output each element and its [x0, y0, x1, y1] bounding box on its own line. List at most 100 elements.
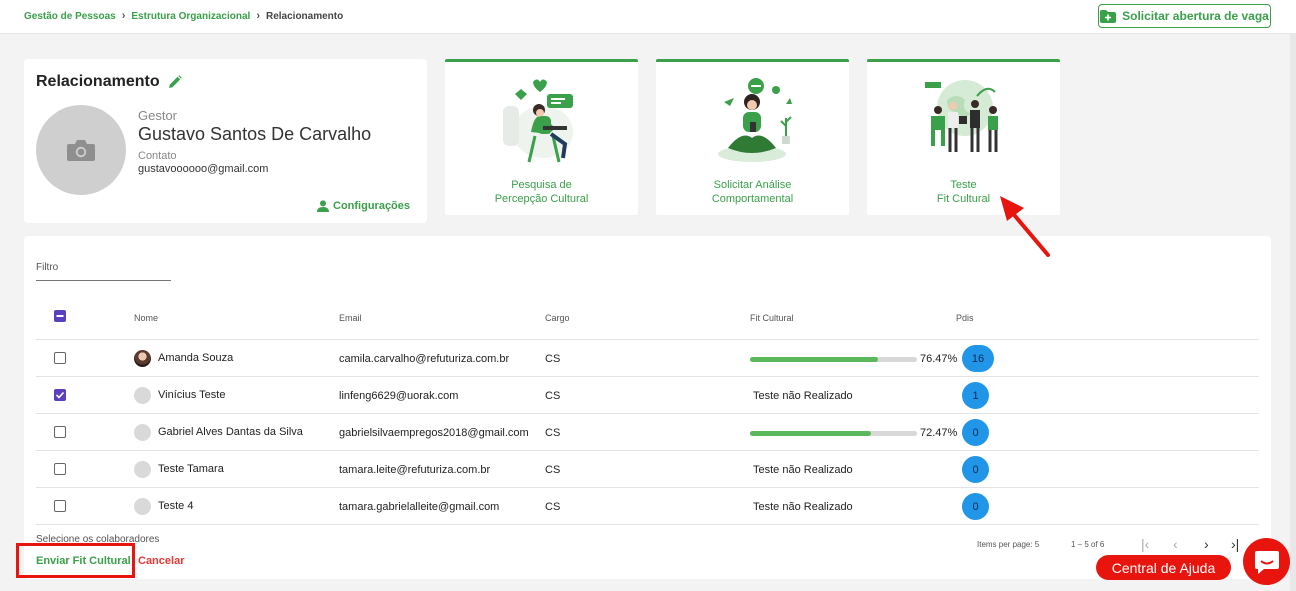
- row-name: Amanda Souza: [158, 352, 234, 364]
- breadcrumb-link-estrutura[interactable]: Estrutura Organizacional: [131, 11, 250, 22]
- row-name: Teste Tamara: [158, 463, 224, 475]
- row-checkbox[interactable]: [54, 463, 66, 475]
- items-per-page-select[interactable]: Items per page: 5: [977, 540, 1039, 549]
- pager-range: 1 – 5 of 6: [1071, 540, 1105, 549]
- filter-underline: [36, 280, 171, 281]
- feature-label: Solicitar Análise Comportamental: [656, 178, 849, 206]
- row-checkbox[interactable]: [54, 352, 66, 364]
- breadcrumb-link-gestao[interactable]: Gestão de Pessoas: [24, 11, 116, 22]
- row-name: Vinícius Teste: [158, 389, 226, 401]
- settings-label: Configurações: [333, 200, 411, 212]
- avatar: [134, 461, 151, 478]
- chat-button[interactable]: [1243, 538, 1290, 585]
- row-email: camila.carvalho@refuturiza.com.br: [339, 353, 510, 365]
- fit-status: Teste não Realizado: [753, 390, 853, 402]
- request-vacancy-label: Solicitar abertura de vaga: [1122, 9, 1269, 23]
- manager-profile-card: Relacionamento Gestor Gustavo Santos De …: [24, 59, 427, 223]
- row-checkbox[interactable]: [54, 389, 66, 401]
- next-page-icon[interactable]: ›: [1204, 536, 1209, 552]
- row-cargo: CS: [545, 390, 561, 402]
- filter-input[interactable]: Filtro: [36, 262, 58, 273]
- pdi-count-badge[interactable]: 16: [962, 345, 994, 372]
- column-header-name[interactable]: Nome: [134, 313, 158, 323]
- pdi-count-badge[interactable]: 1: [962, 382, 989, 409]
- contact-label: Contato: [138, 150, 177, 162]
- feature-label-line2: Comportamental: [711, 193, 794, 205]
- column-header-fit[interactable]: Fit Cultural: [750, 313, 794, 323]
- table-row[interactable]: Amanda Souza camila.carvalho@refuturiza.c…: [36, 340, 1259, 377]
- feature-label: Pesquisa de Percepção Cultural: [445, 178, 638, 206]
- first-page-icon[interactable]: |‹: [1141, 536, 1149, 552]
- last-page-icon[interactable]: ›|: [1231, 536, 1239, 552]
- profile-title: Relacionamento: [36, 73, 182, 91]
- chat-bubble-icon: [1254, 550, 1279, 574]
- feature-label-line2: Percepção Cultural: [494, 193, 589, 205]
- row-email: tamara.gabrielalleite@gmail.com: [339, 501, 500, 513]
- breadcrumb: Gestão de Pessoas › Estrutura Organizaci…: [24, 10, 343, 22]
- request-vacancy-button[interactable]: Solicitar abertura de vaga: [1098, 4, 1271, 28]
- row-cargo: CS: [545, 427, 561, 439]
- table-row[interactable]: Vinícius Teste linfeng6629@uorak.com CS Tes…: [36, 377, 1259, 414]
- pencil-icon[interactable]: [168, 75, 182, 89]
- pdi-count-badge[interactable]: 0: [962, 493, 989, 520]
- fit-status: Teste não Realizado: [753, 464, 853, 476]
- contact-email: gustavoooooo@gmail.com: [138, 163, 269, 175]
- table-row[interactable]: Gabriel Alves Dantas da Silva gabrielsilv…: [36, 414, 1259, 451]
- survey-illustration-icon: [503, 79, 573, 163]
- column-header-cargo[interactable]: Cargo: [545, 313, 570, 323]
- collaborators-panel: Filtro Nome Email Cargo Fit Cultural Pdi…: [24, 236, 1271, 579]
- person-icon: [317, 200, 329, 212]
- behavioral-analysis-card[interactable]: Solicitar Análise Comportamental: [656, 59, 849, 215]
- table-row[interactable]: Teste 4 tamara.gabrielalleite@gmail.com CS…: [36, 488, 1259, 525]
- row-email: linfeng6629@uorak.com: [339, 390, 459, 402]
- row-name: Gabriel Alves Dantas da Silva: [158, 426, 303, 438]
- cancel-button[interactable]: Cancelar: [138, 555, 184, 567]
- arrow-pointer-icon: [1000, 196, 1050, 257]
- row-email: gabrielsilvaempregos2018@gmail.com: [339, 427, 529, 439]
- page-title: Relacionamento: [36, 73, 160, 90]
- chevron-right-icon: ›: [121, 10, 126, 22]
- page-scrollbar[interactable]: [1290, 34, 1296, 591]
- chevron-right-icon: ›: [256, 10, 260, 22]
- select-all-checkbox[interactable]: [54, 310, 66, 322]
- team-globe-illustration-icon: [925, 80, 998, 152]
- feature-label-line1: Pesquisa de: [511, 179, 572, 191]
- column-header-pdis[interactable]: Pdis: [956, 313, 974, 323]
- row-cargo: CS: [545, 353, 561, 365]
- fit-progress-fill: [750, 357, 878, 362]
- row-name: Teste 4: [158, 500, 194, 512]
- check-icon: [55, 391, 64, 399]
- fit-progress-bar: [750, 357, 917, 362]
- avatar[interactable]: [36, 105, 126, 195]
- fit-percent: 76.47%: [920, 353, 958, 365]
- row-email: tamara.leite@refuturiza.com.br: [339, 464, 491, 476]
- gestor-name: Gustavo Santos De Carvalho: [138, 124, 372, 144]
- cultural-perception-survey-card[interactable]: Pesquisa de Percepção Cultural: [445, 59, 638, 215]
- highlight-box: [16, 543, 135, 578]
- fit-percent: 72.47%: [920, 427, 958, 439]
- folder-plus-icon: [1100, 9, 1117, 23]
- avatar: [134, 424, 151, 441]
- pdi-count-badge[interactable]: 0: [962, 419, 989, 446]
- settings-link[interactable]: Configurações: [317, 200, 410, 212]
- fit-status: Teste não Realizado: [753, 501, 853, 513]
- camera-icon: [67, 140, 95, 161]
- breadcrumb-current: Relacionamento: [265, 10, 344, 22]
- meditation-illustration-icon: [718, 78, 792, 162]
- prev-page-icon[interactable]: ‹: [1173, 536, 1178, 552]
- gestor-label: Gestor: [138, 108, 178, 123]
- minus-icon: [56, 314, 63, 317]
- row-cargo: CS: [545, 464, 561, 476]
- avatar: [134, 387, 151, 404]
- avatar: [134, 350, 151, 367]
- row-checkbox[interactable]: [54, 500, 66, 512]
- fit-progress-bar: [750, 431, 917, 436]
- feature-label-line1: Solicitar Análise: [713, 179, 792, 191]
- row-checkbox[interactable]: [54, 426, 66, 438]
- column-header-email[interactable]: Email: [339, 313, 362, 323]
- help-center-button[interactable]: Central de Ajuda: [1096, 555, 1231, 580]
- fit-progress-fill: [750, 431, 872, 436]
- pdi-count-badge[interactable]: 0: [962, 456, 989, 483]
- table-row[interactable]: Teste Tamara tamara.leite@refuturiza.com.…: [36, 451, 1259, 488]
- row-cargo: CS: [545, 501, 561, 513]
